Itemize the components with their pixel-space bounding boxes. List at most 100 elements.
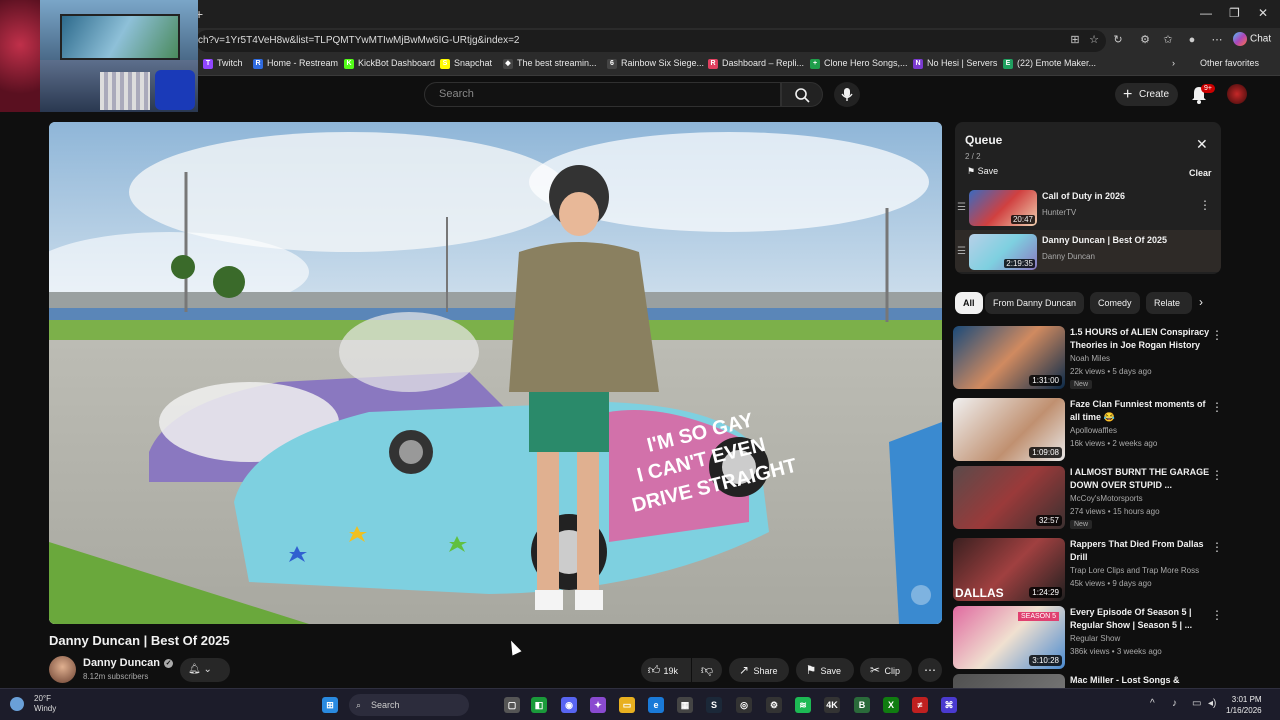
search-input[interactable]: Search <box>424 82 781 107</box>
voice-search-button[interactable] <box>834 82 860 107</box>
volume-icon[interactable]: ◂) <box>1208 698 1216 709</box>
bookmark-item[interactable]: 6 Rainbow Six Siege... <box>607 58 704 69</box>
recommendation-channel[interactable]: Noah Miles <box>1070 354 1110 363</box>
recommendation-channel[interactable]: Apollowaffles <box>1070 426 1117 435</box>
subscribed-notification-button[interactable]: 🔔︎ ⌄ <box>180 658 230 682</box>
app-icon-red[interactable]: ≠ <box>912 697 928 713</box>
chip-comedy[interactable]: Comedy <box>1090 292 1140 314</box>
more-vertical-icon[interactable]: ⋮ <box>1211 540 1223 554</box>
bookmark-item[interactable]: ◆ The best streamin... <box>503 58 597 69</box>
profile-icon[interactable]: ● <box>1185 33 1199 47</box>
weather-widget[interactable]: 20°F Windy <box>6 694 56 714</box>
more-vertical-icon[interactable]: ⋮ <box>1199 198 1211 212</box>
clip-button[interactable]: ✂ Clip <box>860 658 912 682</box>
recommendation-title[interactable]: Faze Clan Funniest moments of all time 😂 <box>1070 398 1210 424</box>
discord-icon[interactable]: ◉ <box>561 697 577 713</box>
channel-avatar[interactable] <box>49 656 76 683</box>
more-vertical-icon[interactable]: ⋮ <box>1211 468 1223 482</box>
recommendation-item[interactable]: 32:57 I ALMOST BURNT THE GARAGE DOWN OVER … <box>953 466 1225 530</box>
maximize-button[interactable]: ❐ <box>1229 6 1240 20</box>
bookmarks-overflow-icon[interactable]: › <box>1172 58 1175 68</box>
visual-studio-icon[interactable]: ⌘ <box>941 697 957 713</box>
other-favorites-folder[interactable]: Other favorites <box>1200 58 1259 68</box>
minimize-button[interactable]: — <box>1200 6 1212 20</box>
bookmark-item[interactable]: S Snapchat <box>440 58 492 69</box>
chip-from-channel[interactable]: From Danny Duncan <box>985 292 1085 314</box>
app-icon[interactable]: ⊞ <box>1068 33 1082 47</box>
queue-item[interactable]: ☰ 20:47 Call of Duty in 2026 HunterTV ⋮ <box>955 186 1221 228</box>
recommendation-item[interactable]: 1:31:00 1.5 HOURS of ALIEN Conspiracy Theo… <box>953 326 1225 390</box>
recommendation-title[interactable]: Rappers That Died From Dallas Drill <box>1070 538 1210 564</box>
copilot-chat-button[interactable]: Chat <box>1233 32 1271 46</box>
obs-icon[interactable]: ◎ <box>736 697 752 713</box>
account-avatar[interactable] <box>1227 84 1247 104</box>
share-button[interactable]: ↗ Share <box>729 658 789 682</box>
save-button[interactable]: ⚑ Save <box>796 658 854 682</box>
close-window-button[interactable]: ✕ <box>1258 6 1268 20</box>
recommendation-thumbnail[interactable]: 1:24:29 DALLAS <box>953 538 1065 601</box>
channel-name[interactable]: Danny Duncan ✓ <box>83 657 174 669</box>
recommendation-thumbnail[interactable]: 1:31:00 <box>953 326 1065 389</box>
store-icon[interactable]: ▦ <box>677 697 693 713</box>
recommendation-thumbnail[interactable]: 32:57 <box>953 466 1065 529</box>
recommendation-title[interactable]: Mac Miller - Lost Songs & <box>1070 674 1210 687</box>
bookmark-item[interactable]: E (22) Emote Maker... <box>1003 58 1096 69</box>
recommendation-item[interactable]: 3:10:28 SEASON 5 Every Episode Of Season 5… <box>953 606 1225 670</box>
edge-browser-icon[interactable]: e <box>648 697 664 713</box>
star-icon[interactable]: ☆ <box>1087 33 1101 47</box>
chevron-right-icon[interactable]: › <box>1199 295 1203 309</box>
recommendation-channel[interactable]: Trap Lore Clips and Trap More Ross <box>1070 566 1199 575</box>
copilot-app-icon[interactable]: ✦ <box>590 697 606 713</box>
settings-icon[interactable]: ⚙ <box>766 697 782 713</box>
bookmark-item[interactable]: + Clone Hero Songs,... <box>810 58 908 69</box>
bookmark-item[interactable]: N No Hesi | Servers <box>913 58 997 69</box>
queue-item-current[interactable]: ☰ 2:19:35 Danny Duncan | Best Of 2025 Da… <box>955 230 1221 272</box>
refresh-icon[interactable]: ↻ <box>1111 33 1125 47</box>
task-view-icon[interactable]: ▢ <box>504 697 520 713</box>
network-icon[interactable]: ▭ <box>1192 698 1201 709</box>
recommendation-title[interactable]: 1.5 HOURS of ALIEN Conspiracy Theories in… <box>1070 326 1210 352</box>
url-field[interactable]: ch?v=1Yr5T4VeH8w&list=TLPQMTYwMTIwMjBwMw… <box>196 30 1106 52</box>
xbox-icon[interactable]: X <box>883 697 899 713</box>
create-button[interactable]: + Create <box>1115 83 1178 106</box>
more-vertical-icon[interactable]: ⋮ <box>1211 608 1223 622</box>
4k-app-icon[interactable]: 4K <box>824 697 840 713</box>
microphone-icon[interactable]: ♪ <box>1172 698 1177 709</box>
bookmark-item[interactable]: T Twitch <box>203 58 243 69</box>
favorites-icon[interactable]: ✩ <box>1161 33 1175 47</box>
drag-handle-icon[interactable]: ☰ <box>957 202 966 213</box>
windows-start-icon[interactable]: ⊞ <box>322 697 338 713</box>
recommendation-thumbnail[interactable]: 3:10:28 SEASON 5 <box>953 606 1065 669</box>
steam-icon[interactable]: S <box>706 697 722 713</box>
system-clock[interactable]: 3:01 PM 1/16/2026 <box>1226 694 1262 716</box>
channel-watermark[interactable] <box>911 585 931 605</box>
dislike-button[interactable]: 👎︎ <box>692 658 722 682</box>
bookmarks-app-icon[interactable]: B <box>854 697 870 713</box>
recommendation-channel[interactable]: McCoy'sMotorsports <box>1070 494 1143 503</box>
video-player[interactable]: I'M SO GAY I CAN'T EVEN DRIVE STRAIGHT <box>49 122 942 624</box>
search-button[interactable] <box>781 82 823 107</box>
bookmark-item[interactable]: R Dashboard – Repli... <box>708 58 804 69</box>
file-explorer-icon[interactable]: ▭ <box>619 697 635 713</box>
chip-all[interactable]: All <box>955 292 983 314</box>
recommendation-thumbnail[interactable]: 1:09:08 <box>953 398 1065 461</box>
recommendation-title[interactable]: I ALMOST BURNT THE GARAGE DOWN OVER STUPI… <box>1070 466 1210 492</box>
taskbar-search[interactable]: ⌕ Search <box>349 694 469 716</box>
recommendation-item[interactable]: 1:24:29 DALLAS Rappers That Died From Dall… <box>953 538 1225 602</box>
bookmark-item[interactable]: R Home - Restream <box>253 58 338 69</box>
recommendation-channel[interactable]: Regular Show <box>1070 634 1120 643</box>
queue-save-button[interactable]: ⚑ Save <box>967 166 998 177</box>
more-vertical-icon[interactable]: ⋮ <box>1211 328 1223 342</box>
spotify-icon[interactable]: ≋ <box>795 697 811 713</box>
like-button[interactable]: 👍︎ 19k <box>641 658 691 682</box>
nvidia-icon[interactable]: ◧ <box>531 697 547 713</box>
chip-related[interactable]: Relate <box>1146 292 1192 314</box>
recommendation-item[interactable]: 1:09:08 Faze Clan Funniest moments of all … <box>953 398 1225 462</box>
more-vertical-icon[interactable]: ⋮ <box>1211 400 1223 414</box>
recommendation-title[interactable]: Every Episode Of Season 5 | Regular Show … <box>1070 606 1210 632</box>
bookmark-item[interactable]: K KickBot Dashboard <box>344 58 435 69</box>
close-icon[interactable]: ✕ <box>1196 136 1208 153</box>
drag-handle-icon[interactable]: ☰ <box>957 246 966 257</box>
more-actions-button[interactable]: ⋯ <box>918 658 942 682</box>
more-icon[interactable]: ⋯ <box>1210 33 1224 47</box>
